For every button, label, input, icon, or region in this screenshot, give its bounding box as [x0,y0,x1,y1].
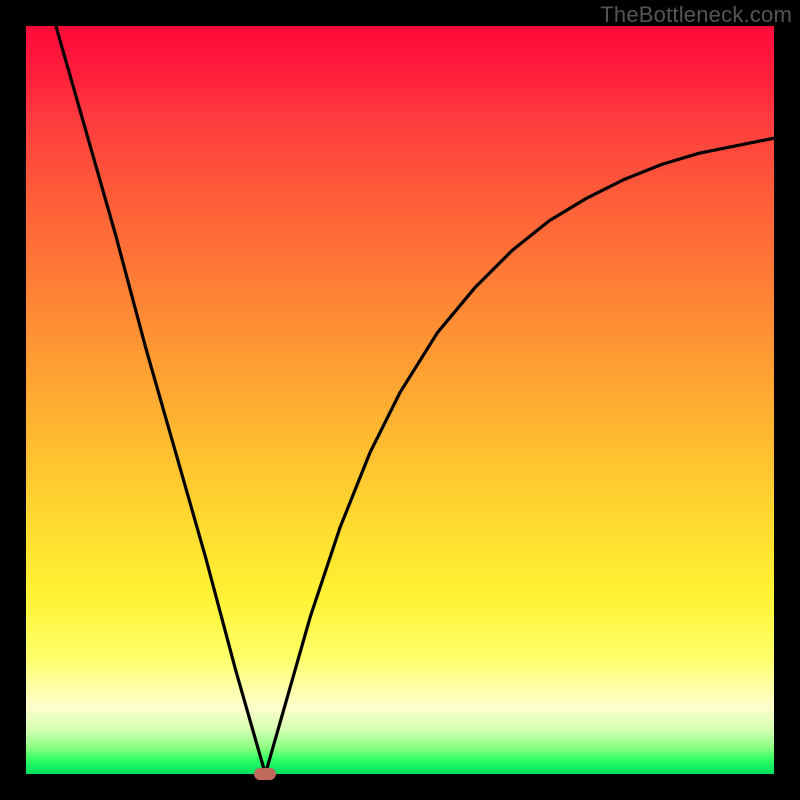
watermark-text: TheBottleneck.com [600,2,792,28]
bottleneck-curve [26,26,774,774]
chart-frame [26,26,774,774]
minimum-marker [254,768,276,780]
